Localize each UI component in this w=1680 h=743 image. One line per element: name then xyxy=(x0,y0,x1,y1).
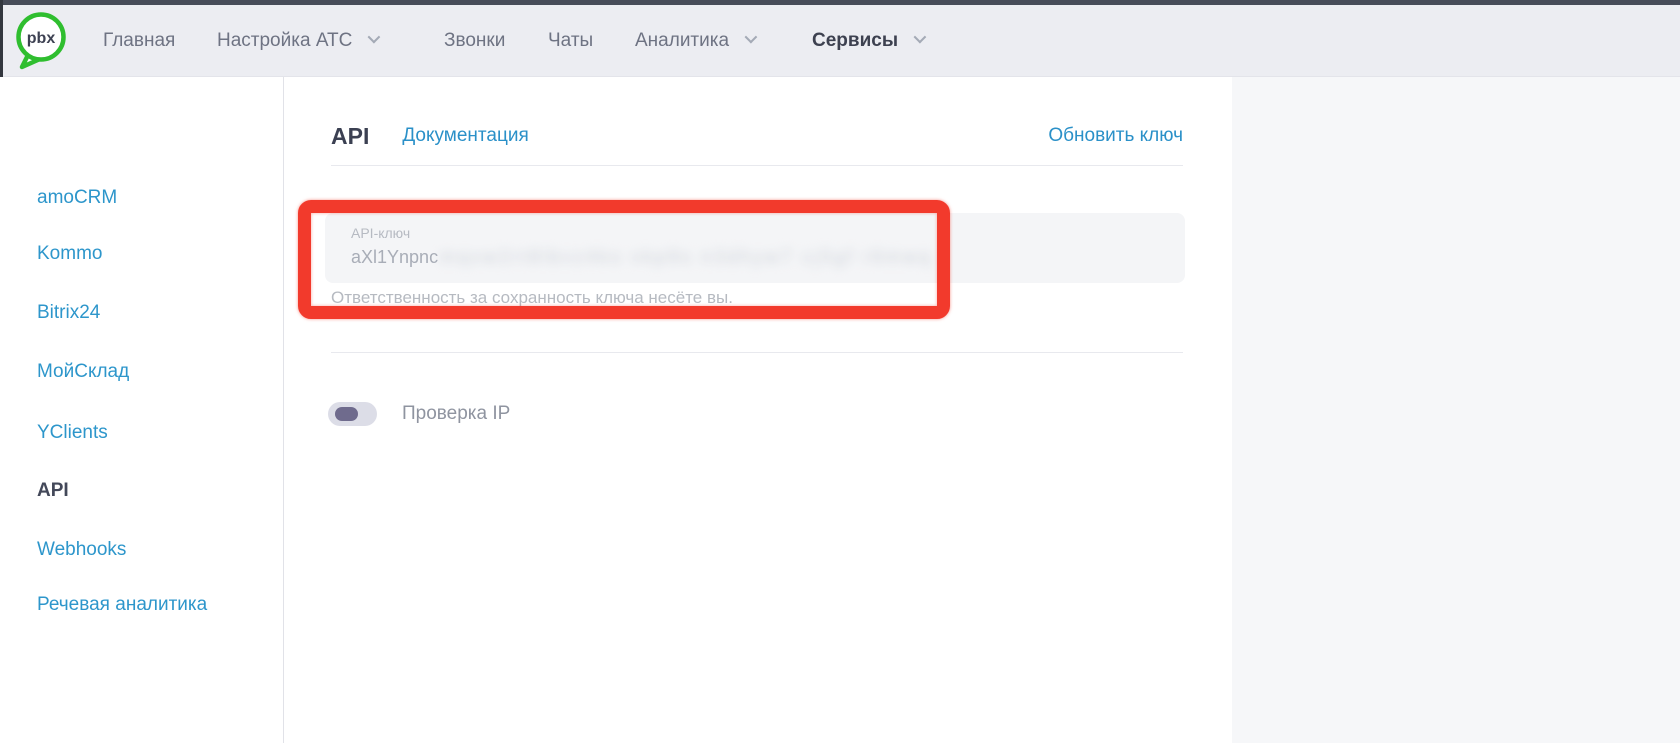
section-divider xyxy=(331,352,1183,353)
nav-item-servisy[interactable]: Сервисы xyxy=(812,5,923,77)
pbx-logo-icon: pbx xyxy=(13,9,69,71)
window-left-edge xyxy=(0,0,3,77)
nav-item-nastroyka-atc[interactable]: Настройка АТС xyxy=(217,5,377,77)
sidebar-item-kommo[interactable]: Kommo xyxy=(37,243,102,265)
app-root: pbx Главная Настройка АТС Звонки Чаты Ан… xyxy=(0,0,1680,743)
nav-item-glavnaya[interactable]: Главная xyxy=(103,5,175,77)
page-background-gutter xyxy=(1232,77,1680,743)
chevron-down-icon xyxy=(914,30,927,43)
sidebar-item-api[interactable]: API xyxy=(37,480,69,502)
documentation-link[interactable]: Документация xyxy=(402,125,528,147)
nav-item-zvonki[interactable]: Звонки xyxy=(444,5,505,77)
ip-check-label: Проверка IP xyxy=(402,403,510,425)
sidebar-item-rechevaya-analitika[interactable]: Речевая аналитика xyxy=(37,594,207,616)
svg-text:pbx: pbx xyxy=(27,30,56,47)
ip-check-toggle[interactable] xyxy=(328,402,377,426)
toggle-knob xyxy=(335,407,358,421)
api-key-redacted-part: mqxw2rt8lbvz4ks vkp9s n3dhyw7 cj5gf r6mw… xyxy=(440,247,932,268)
chevron-down-icon xyxy=(745,30,758,43)
nav-item-analitika[interactable]: Аналитика xyxy=(635,5,754,77)
chevron-down-icon xyxy=(368,30,381,43)
refresh-key-link[interactable]: Обновить ключ xyxy=(1048,125,1183,147)
sidebar-item-moysklad[interactable]: МойСклад xyxy=(37,361,129,383)
sidebar-item-bitrix24[interactable]: Bitrix24 xyxy=(37,302,100,324)
nav-item-chaty[interactable]: Чаты xyxy=(548,5,593,77)
api-key-value: aXl1Ynpnc mqxw2rt8lbvz4ks vkp9s n3dhyw7 … xyxy=(351,247,932,268)
api-key-visible-part: aXl1Ynpnc xyxy=(351,247,438,268)
pbx-logo[interactable]: pbx xyxy=(13,9,69,71)
api-key-label: API-ключ xyxy=(351,225,410,241)
top-navbar: pbx Главная Настройка АТС Звонки Чаты Ан… xyxy=(0,5,1680,77)
header-divider xyxy=(331,165,1183,166)
api-key-field[interactable]: API-ключ aXl1Ynpnc mqxw2rt8lbvz4ks vkp9s… xyxy=(325,213,1185,283)
sidebar-item-webhooks[interactable]: Webhooks xyxy=(37,539,126,561)
api-settings-panel: API Документация Обновить ключ API-ключ … xyxy=(284,77,1232,743)
page-header: API Документация Обновить ключ xyxy=(331,119,1183,153)
sidebar-item-amocrm[interactable]: amoCRM xyxy=(37,187,117,209)
key-responsibility-note: Ответственность за сохранность ключа нес… xyxy=(331,288,733,308)
services-sidebar: amoCRM Kommo Bitrix24 МойСклад YClients … xyxy=(0,77,284,743)
page-title: API xyxy=(331,123,369,150)
sidebar-item-yclients[interactable]: YClients xyxy=(37,422,108,444)
ip-check-row: Проверка IP xyxy=(328,402,510,426)
